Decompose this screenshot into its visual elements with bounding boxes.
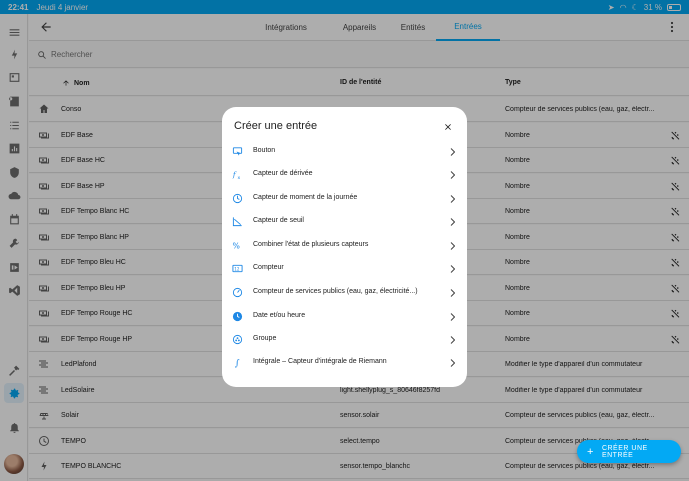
svg-text:%: % (232, 242, 239, 251)
chevron-right-icon (450, 265, 455, 273)
dialog-item-min-max[interactable]: % Combiner l'état de plusieurs capteurs (222, 234, 467, 257)
chevron-right-icon (450, 242, 455, 250)
dialog-item-date-time[interactable]: Date et/ou heure (222, 305, 467, 328)
dialog-item-button[interactable]: Bouton (222, 140, 467, 163)
chevron-right-icon (450, 148, 455, 156)
dialog-item-label: Capteur de seuil (253, 217, 304, 224)
dialog-item-label: Combiner l'état de plusieurs capteurs (253, 241, 369, 248)
chevron-right-icon (450, 195, 455, 203)
create-helper-button[interactable]: + CRÉER UNE ENTRÉE (577, 440, 681, 463)
dialog-item-time-of-day[interactable]: Capteur de moment de la journée (222, 187, 467, 210)
dialog-item-group[interactable]: Groupe (222, 328, 467, 351)
plus-icon: + (587, 445, 594, 458)
chevron-right-icon (450, 218, 455, 226)
dialog-item-label: Capteur de dérivée (253, 170, 313, 177)
button-icon (232, 147, 243, 156)
chevron-right-icon (450, 359, 455, 367)
dialog-item-label: Groupe (253, 335, 277, 342)
integral-icon: ∫ (235, 358, 240, 368)
svg-text:∫: ∫ (235, 358, 240, 368)
counter-icon: 12 (232, 264, 243, 273)
min-max-icon: % (232, 242, 239, 251)
dialog-item-label: Date et/ou heure (253, 312, 306, 319)
chevron-right-icon (450, 289, 455, 297)
svg-text:12: 12 (234, 266, 240, 271)
dialog-item-label: Intégrale – Capteur d'intégrale de Riema… (253, 358, 387, 365)
dialog-title: Créer une entrée (234, 120, 318, 132)
date-time-icon (232, 311, 243, 322)
utility-meter-icon (232, 287, 243, 298)
close-icon[interactable] (443, 122, 453, 132)
dialog-item-counter[interactable]: 12 Compteur (222, 257, 467, 280)
dialog-item-label: Bouton (253, 147, 276, 154)
dialog-item-label: Capteur de moment de la journée (253, 194, 358, 201)
svg-text:f: f (232, 170, 237, 179)
time-of-day-icon (232, 193, 243, 204)
create-helper-label: CRÉER UNE ENTRÉE (601, 444, 648, 459)
dialog-item-derivative[interactable]: f x Capteur de dérivée (222, 163, 467, 186)
dialog-item-label: Compteur de services publics (eau, gaz, … (253, 288, 418, 295)
threshold-icon (232, 217, 242, 227)
dialog-item-integral[interactable]: ∫ Intégrale – Capteur d'intégrale de Riem… (222, 351, 467, 374)
group-icon (232, 334, 243, 345)
dialog-item-utility-meter[interactable]: Compteur de services publics (eau, gaz, … (222, 281, 467, 304)
derivative-icon: fx (232, 170, 241, 180)
chevron-right-icon (450, 171, 455, 179)
chevron-right-icon (450, 313, 455, 321)
dialog-item-label: Compteur (253, 264, 284, 271)
dialog-item-threshold[interactable]: Capteur de seuil (222, 210, 467, 233)
svg-text:x: x (238, 176, 241, 180)
create-helper-dialog: Créer une entrée Bouton f x Capteur de déri… (222, 107, 467, 387)
chevron-right-icon (450, 336, 455, 344)
